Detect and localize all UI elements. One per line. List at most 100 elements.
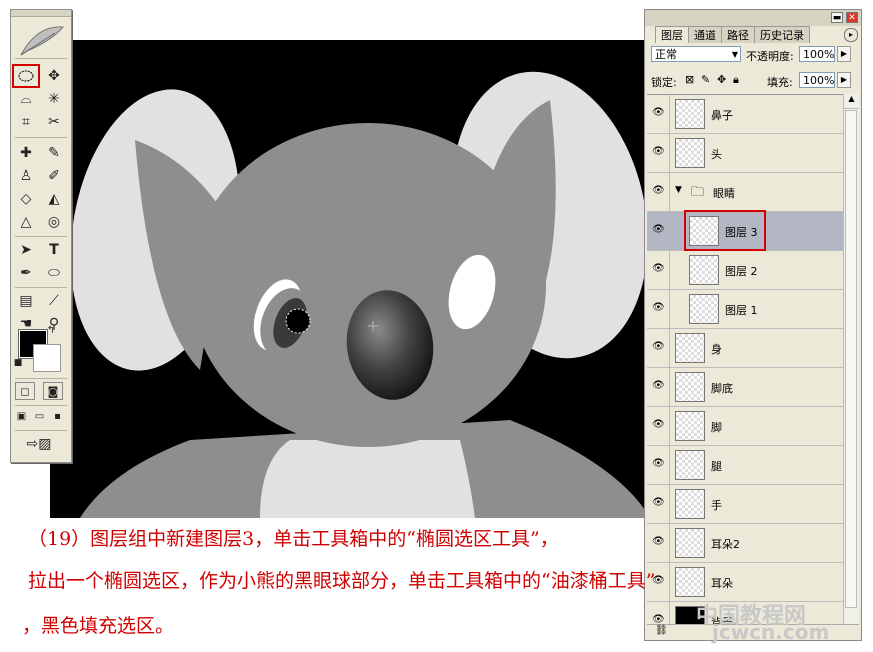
brush-tool-icon[interactable]: ✎ xyxy=(43,142,65,164)
tab-channels[interactable]: 通道 xyxy=(688,26,722,43)
eye-icon[interactable]: 👁︎ xyxy=(652,264,665,274)
layer-name: 耳朵2 xyxy=(711,538,740,551)
layer-row[interactable]: 👁︎ 脚底 xyxy=(647,368,843,407)
eye-icon[interactable]: 👁︎ xyxy=(652,459,665,469)
expand-triangle-icon[interactable]: ▼ xyxy=(675,185,682,195)
koala-belly xyxy=(260,440,475,518)
layer-name: 图层 1 xyxy=(725,304,758,317)
eye-icon[interactable]: 👁︎ xyxy=(652,615,665,625)
toolbox-divider xyxy=(15,236,67,237)
eraser-tool-icon[interactable]: ◇ xyxy=(15,188,37,210)
healing-brush-icon[interactable]: ✚ xyxy=(15,142,37,164)
tab-layers[interactable]: 图层 xyxy=(655,26,689,43)
lasso-tool-icon[interactable]: ⌓ xyxy=(15,88,37,110)
magic-wand-icon[interactable]: ✳ xyxy=(43,88,65,110)
lock-transparent-icon[interactable]: ⊠ xyxy=(685,73,694,86)
layer-name: 手 xyxy=(711,499,722,512)
layer-row[interactable]: 👁︎ 手 xyxy=(647,485,843,524)
history-brush-icon[interactable]: ✐ xyxy=(43,165,65,187)
lock-image-icon[interactable]: ✎ xyxy=(701,73,710,86)
quick-mask-icon[interactable]: ◙ xyxy=(43,382,63,400)
layer-row[interactable]: 👁︎ 脚 xyxy=(647,407,843,446)
layer-row[interactable]: 👁︎ 鼻子 xyxy=(647,95,843,134)
layer-thumbnail xyxy=(675,372,705,402)
watermark-url: jcwcn.com xyxy=(712,620,830,644)
notes-tool-icon[interactable]: ▤ xyxy=(15,290,37,312)
paint-bucket-icon[interactable]: ◭ xyxy=(43,188,65,210)
move-tool-icon[interactable]: ✥ xyxy=(43,65,65,87)
eye-icon[interactable]: 👁︎ xyxy=(652,420,665,430)
eye-icon[interactable]: 👁︎ xyxy=(652,342,665,352)
layer-row[interactable]: 👁︎ 耳朵2 xyxy=(647,524,843,563)
jump-to-imageready-icon[interactable]: ⇨▨ xyxy=(19,434,59,454)
screen-mode-standard-icon[interactable]: ▣ xyxy=(14,409,29,424)
panel-menu-icon[interactable]: ▸ xyxy=(844,28,858,42)
eye-icon[interactable]: 👁︎ xyxy=(652,186,665,196)
scroll-up-icon[interactable]: ▲ xyxy=(844,94,859,109)
type-tool-icon[interactable]: T xyxy=(43,239,65,261)
toolbox-divider xyxy=(15,58,67,59)
layer-thumbnail xyxy=(675,489,705,519)
blend-mode-select[interactable]: 正常 ▼ xyxy=(651,46,741,62)
lock-all-icon[interactable]: 🔒︎ xyxy=(733,73,739,87)
scroll-thumb[interactable] xyxy=(845,110,857,608)
screen-mode-menu-icon[interactable]: ▭ xyxy=(32,409,47,424)
link-layers-icon[interactable]: ⛓ xyxy=(655,625,668,636)
layer-name: 图层 2 xyxy=(725,265,758,278)
layer-thumbnail xyxy=(675,138,705,168)
dodge-tool-icon[interactable]: ◎ xyxy=(43,211,65,233)
layer-row[interactable]: 👁︎ 腿 xyxy=(647,446,843,485)
eye-icon[interactable]: 👁︎ xyxy=(652,537,665,547)
screen-mode-full-icon[interactable]: ▪ xyxy=(50,409,65,424)
toolbox-titlebar[interactable] xyxy=(11,10,71,17)
crop-tool-icon[interactable]: ⌗ xyxy=(15,111,37,133)
eye-icon[interactable]: 👁︎ xyxy=(652,147,665,157)
path-selection-icon[interactable]: ➤ xyxy=(15,239,37,261)
blur-tool-icon[interactable]: △ xyxy=(15,211,37,233)
fill-slider-button[interactable]: ▶ xyxy=(837,72,851,88)
layer-thumbnail xyxy=(675,99,705,129)
eye-icon[interactable]: 👁︎ xyxy=(652,498,665,508)
layer-row[interactable]: 👁︎ 图层 2 xyxy=(647,251,843,290)
layer-row[interactable]: 👁︎ 图层 1 xyxy=(647,290,843,329)
lock-position-icon[interactable]: ✥ xyxy=(717,73,726,86)
layers-scrollbar[interactable]: ▲ xyxy=(843,94,859,624)
eye-icon[interactable]: 👁︎ xyxy=(652,303,665,313)
panel-titlebar[interactable]: ▬ ✕ xyxy=(645,10,861,26)
elliptical-marquee-icon[interactable] xyxy=(15,65,37,87)
close-icon[interactable]: ✕ xyxy=(846,12,858,23)
standard-mode-icon[interactable]: ◻ xyxy=(15,382,35,400)
ellipse-shape-icon[interactable]: ⬭ xyxy=(43,262,65,284)
fill-label: 填充: xyxy=(767,76,793,89)
tab-paths[interactable]: 路径 xyxy=(721,26,755,43)
feather-icon[interactable] xyxy=(17,19,67,59)
opacity-input[interactable]: 100% xyxy=(799,46,835,62)
document-canvas[interactable] xyxy=(50,40,645,518)
elliptical-selection xyxy=(285,308,311,334)
eye-icon[interactable]: 👁︎ xyxy=(652,381,665,391)
tab-history[interactable]: 历史记录 xyxy=(754,26,810,43)
minimize-icon[interactable]: ▬ xyxy=(831,12,843,23)
eye-icon[interactable]: 👁︎ xyxy=(652,225,665,235)
opacity-slider-button[interactable]: ▶ xyxy=(837,46,851,62)
layer-name: 腿 xyxy=(711,460,722,473)
default-colors-icon[interactable]: ■ xyxy=(13,358,23,368)
pen-tool-icon[interactable]: ✒ xyxy=(15,262,37,284)
swap-colors-icon[interactable]: ↰ xyxy=(45,324,57,336)
background-color-swatch[interactable] xyxy=(33,344,61,372)
eye-icon[interactable]: 👁︎ xyxy=(652,108,665,118)
layer-row[interactable]: 👁︎ 头 xyxy=(647,134,843,173)
eyedropper-icon[interactable]: ⟋ xyxy=(43,290,65,312)
fill-input[interactable]: 100% xyxy=(799,72,835,88)
folder-icon: 🗀︎ xyxy=(691,185,705,200)
caption-line-1: （19）图层组中新建图层3，单击工具箱中的“椭圆选区工具”， xyxy=(28,528,559,550)
clone-stamp-icon[interactable]: ♙ xyxy=(15,165,37,187)
highlight-box xyxy=(684,210,766,251)
layer-group-row[interactable]: 👁︎ ▼ 🗀︎ 眼睛 xyxy=(647,173,843,212)
layer-row[interactable]: 👁︎ 身 xyxy=(647,329,843,368)
layer-row[interactable]: 👁︎ 耳朵 xyxy=(647,563,843,602)
slice-tool-icon[interactable]: ✂ xyxy=(43,111,65,133)
lock-label: 锁定: xyxy=(651,76,677,89)
toolbox-divider xyxy=(15,137,67,138)
layer-thumbnail xyxy=(689,294,719,324)
